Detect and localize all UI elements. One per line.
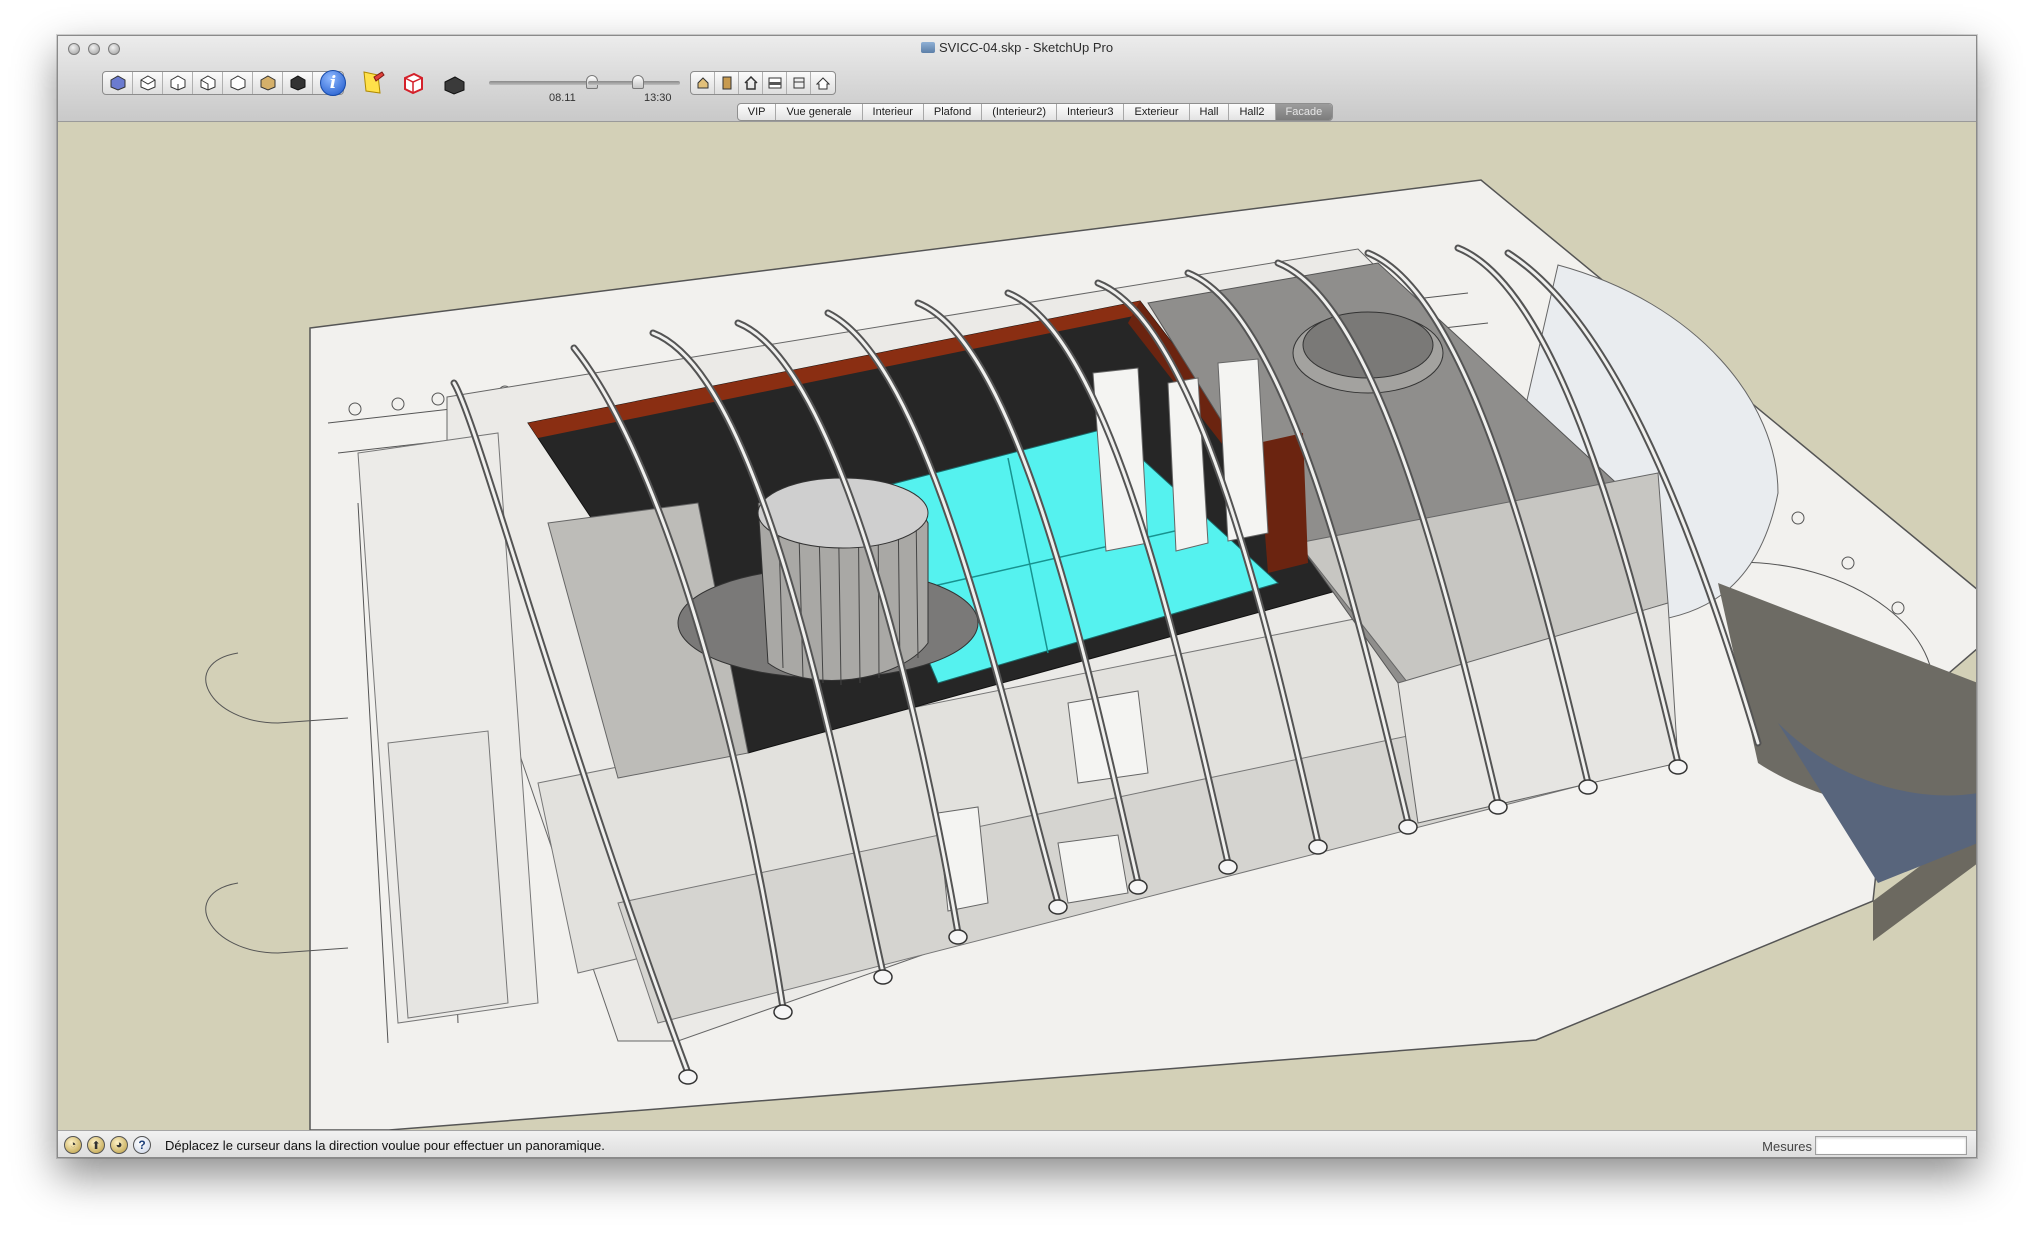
time-slider-thumb[interactable] — [632, 75, 644, 89]
scene-tabs: VIP Vue generale Interieur Plafond (Interieu… — [58, 103, 1976, 121]
home-icon[interactable] — [739, 72, 763, 94]
section-icon[interactable] — [763, 72, 787, 94]
sketch-style-button[interactable] — [358, 68, 388, 98]
front-view-icon[interactable] — [163, 72, 193, 94]
component-button[interactable] — [398, 68, 428, 98]
window-title: SVICC-04.skp - SketchUp Pro — [938, 40, 1114, 55]
measurements-label: Mesures — [1762, 1139, 1812, 1154]
scene-tab-interieur2[interactable]: (Interieur2) — [982, 104, 1057, 120]
help-icon[interactable]: ? — [133, 1136, 151, 1154]
scene-tabs-bar: VIP Vue generale Interieur Plafond (Interieu… — [736, 103, 1334, 121]
shadow-cube-icon — [444, 76, 465, 95]
status-icons: ◔ ⬆ ◕ ? — [64, 1136, 151, 1154]
window-icon[interactable] — [787, 72, 811, 94]
scene-tab-facade[interactable]: Facade — [1275, 104, 1333, 120]
back-view-icon[interactable] — [223, 72, 253, 94]
camera-views-group — [102, 71, 344, 95]
scene-tab-vip[interactable]: VIP — [738, 104, 777, 120]
window-title-area: SVICC-04.skp - SketchUp Pro — [58, 40, 1976, 55]
title-bar: SVICC-04.skp - SketchUp Pro i 08.11 13:3… — [58, 36, 1976, 122]
scene-tab-exterieur[interactable]: Exterieur — [1124, 104, 1190, 120]
shadows-button[interactable] — [439, 68, 469, 98]
status-bar: ◔ ⬆ ◕ ? Déplacez le curseur dans la dire… — [58, 1130, 1976, 1157]
status-message: Déplacez le curseur dans la direction vo… — [165, 1138, 605, 1153]
measurements-input[interactable] — [1815, 1136, 1967, 1155]
geolocation-icon[interactable]: ◔ — [64, 1136, 82, 1154]
document-icon — [920, 42, 935, 53]
scene-tab-interieur[interactable]: Interieur — [863, 104, 924, 120]
iso-view-icon[interactable] — [103, 72, 133, 94]
user-icon[interactable]: ◕ — [110, 1136, 128, 1154]
scene-tab-hall[interactable]: Hall — [1190, 104, 1230, 120]
red-box-icon — [404, 72, 423, 95]
model-viewport[interactable] — [58, 123, 1976, 1130]
roof-icon[interactable] — [811, 72, 835, 94]
sketchup-window: SVICC-04.skp - SketchUp Pro i 08.11 13:3… — [57, 35, 1977, 1158]
house-icon[interactable] — [691, 72, 715, 94]
scene-tab-vue-generale[interactable]: Vue generale — [776, 104, 863, 120]
door-icon[interactable] — [715, 72, 739, 94]
entity-info-button[interactable]: i — [318, 68, 348, 98]
left-view-icon[interactable] — [253, 72, 283, 94]
scene-tab-interieur3[interactable]: Interieur3 — [1057, 104, 1125, 120]
scene-tab-hall2[interactable]: Hall2 — [1229, 104, 1276, 120]
info-icon: i — [320, 70, 346, 96]
navigation-group — [690, 71, 836, 95]
right-view-icon[interactable] — [193, 72, 223, 94]
credits-icon[interactable]: ⬆ — [87, 1136, 105, 1154]
building-model-render — [205, 179, 1976, 1130]
top-view-icon[interactable] — [133, 72, 163, 94]
scene-tab-plafond[interactable]: Plafond — [924, 104, 983, 120]
time-slider[interactable]: 13:30 — [588, 75, 680, 104]
paper-pencil-icon — [363, 71, 385, 94]
shaded-style-icon[interactable] — [283, 72, 313, 94]
